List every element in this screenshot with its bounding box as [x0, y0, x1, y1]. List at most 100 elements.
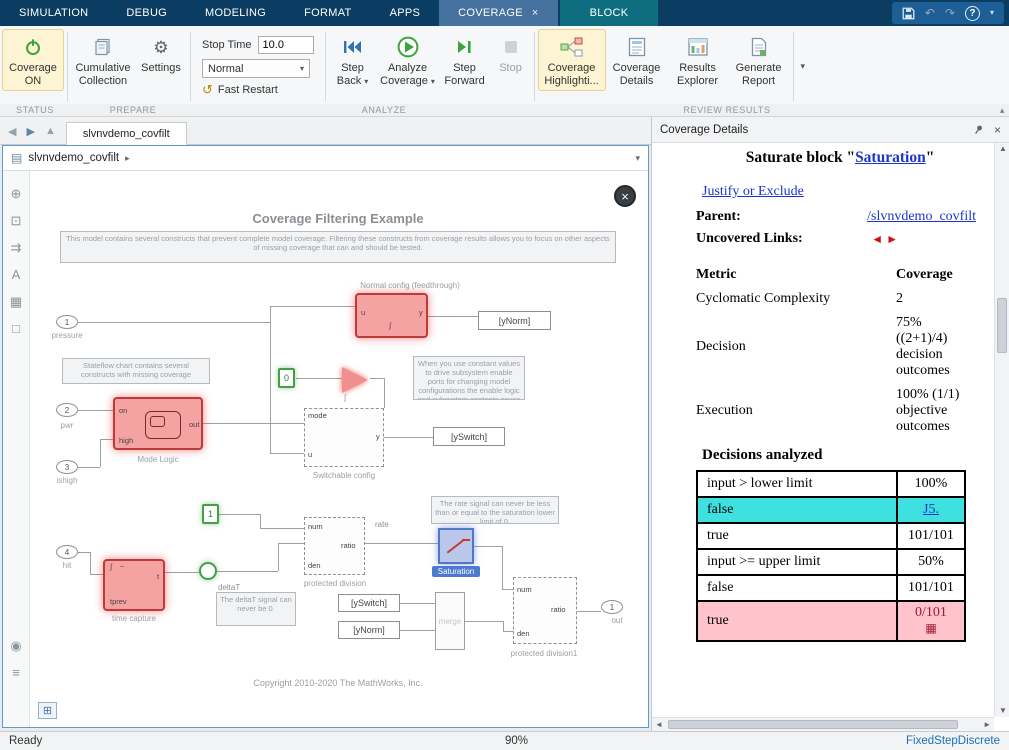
yswitch-goto-block[interactable]: [ySwitch] [433, 427, 505, 446]
close-panel-icon[interactable]: × [994, 123, 1001, 137]
inport-ishigh[interactable]: 3 [56, 460, 78, 474]
time-capture-block[interactable]: ∫~ttprev [103, 559, 165, 611]
review-results-more-button[interactable]: ▾ [797, 41, 810, 92]
horizontal-scrollbar[interactable]: ◄ ► [652, 717, 994, 731]
close-highlight-button[interactable]: × [614, 185, 636, 207]
enable-gain-block[interactable] [342, 367, 368, 393]
justify-or-exclude-link[interactable]: Justify or Exclude [702, 184, 804, 199]
record-icon[interactable]: ◉ [10, 639, 21, 652]
step-forward-icon [457, 35, 473, 59]
analyze-coverage-button[interactable]: AnalyzeCoverage ▾ [377, 29, 439, 91]
switchable-config-block[interactable]: modeyu [304, 408, 384, 467]
coverage-details-button[interactable]: CoverageDetails [606, 29, 668, 91]
decision-row: input >= upper limit50% [697, 549, 965, 575]
yswitch-from-block[interactable]: [ySwitch] [338, 594, 400, 612]
scroll-down-icon[interactable]: ▼ [999, 707, 1007, 715]
sum-block[interactable] [199, 562, 217, 580]
tab-format[interactable]: FORMAT [285, 0, 370, 26]
prev-uncovered-icon[interactable]: ◄ [871, 233, 883, 245]
pin-icon[interactable] [973, 124, 984, 135]
collapse-ribbon-icon[interactable]: ▴ [1000, 105, 1005, 116]
tab-simulation[interactable]: SIMULATION [0, 0, 107, 26]
model-canvas[interactable]: ⊞ ×Coverage Filtering ExampleThis model … [30, 171, 648, 727]
decision-link[interactable]: J5. [923, 502, 939, 517]
mode-logic-block[interactable]: onhighout [113, 397, 203, 450]
decisions-table: input > lower limit100%falseJ5.true101/1… [696, 470, 966, 642]
annotation-icon[interactable]: A [12, 268, 21, 281]
inport-pwr[interactable]: 2 [56, 403, 78, 417]
generate-report-button[interactable]: GenerateReport [728, 29, 790, 91]
scroll-left-icon[interactable]: ◄ [655, 721, 663, 729]
solver-badge[interactable]: FixedStepDiscrete [906, 735, 1000, 747]
constant-one-block[interactable]: 1 [202, 504, 219, 524]
tab-block[interactable]: BLOCK [560, 0, 659, 26]
stop-time-input[interactable] [258, 36, 314, 54]
protected-division1-block[interactable]: numdenratio [513, 577, 577, 644]
inport-pressure[interactable]: 1 [56, 315, 78, 329]
inport-hit[interactable]: 4 [56, 545, 78, 559]
redo-icon[interactable]: ↷ [945, 7, 955, 19]
signal-line [465, 621, 503, 622]
saturation-link[interactable]: Saturation [855, 149, 926, 166]
deltat-label: deltaT [218, 583, 258, 592]
nav-forward-icon[interactable]: ▶ [26, 125, 34, 138]
fast-restart-toggle[interactable]: ↺ Fast Restart [202, 83, 314, 96]
settings-button[interactable]: ⚙ Settings [135, 29, 187, 78]
vertical-scrollbar[interactable]: ▲ ▼ [994, 143, 1009, 717]
status-text: Ready [9, 735, 42, 747]
vertical-scroll-thumb[interactable] [997, 298, 1007, 353]
tab-coverage[interactable]: COVERAGE× [439, 0, 557, 26]
ynorm-goto-block[interactable]: [yNorm] [478, 311, 551, 330]
tab-modeling[interactable]: MODELING [186, 0, 285, 26]
port-label: num [308, 523, 323, 531]
editor-palette: ⊕ ⊡ ⇉ A ▦ □ ◉ ≡ [3, 171, 30, 727]
parent-link[interactable]: /slvnvdemo_covfilt [867, 209, 976, 225]
coverage-highlighting-button[interactable]: CoverageHighlighti... [538, 29, 606, 91]
block-heading: Saturate block "Saturation" [696, 149, 984, 167]
cumulative-collection-button[interactable]: CumulativeCollection [71, 29, 135, 91]
step-back-button[interactable]: StepBack ▾ [329, 29, 377, 91]
breadcrumb-dropdown-icon[interactable]: ▾ [635, 153, 640, 164]
saturation-block[interactable] [438, 528, 474, 564]
zoom-icon[interactable]: ⊕ [11, 187, 22, 200]
signal-line [203, 423, 304, 424]
breadcrumb[interactable]: ▤ slvnvdemo_covfilt ▸ ▾ [3, 146, 648, 171]
nav-up-icon[interactable]: ▲ [45, 125, 56, 138]
metric-row: Cyclomatic Complexity2 [696, 291, 984, 307]
outport-out[interactable]: 1 [601, 600, 623, 614]
merge-block[interactable]: merge [435, 592, 465, 650]
help-icon[interactable]: ? [965, 6, 980, 21]
normal-config-block[interactable]: uy∫ [355, 293, 428, 338]
tab-debug[interactable]: DEBUG [107, 0, 186, 26]
constant-zero-block[interactable]: 0 [278, 368, 295, 388]
model-document-tab[interactable]: slvnvdemo_covfilt [66, 122, 187, 145]
signal-routing-icon[interactable]: ⇉ [11, 241, 22, 254]
sim-mode-select[interactable]: Normal ▾ [202, 59, 310, 78]
port-label: ratio [551, 606, 566, 614]
scroll-up-icon[interactable]: ▲ [999, 145, 1007, 153]
scroll-right-icon[interactable]: ► [983, 721, 991, 729]
next-uncovered-icon[interactable]: ► [886, 233, 898, 245]
close-tab-icon[interactable]: × [532, 7, 539, 19]
horizontal-scroll-thumb[interactable] [668, 720, 958, 729]
save-icon[interactable] [902, 7, 915, 20]
undo-icon[interactable]: ↶ [925, 7, 935, 19]
protected-division-block[interactable]: numdenratio [304, 517, 365, 575]
coverage-on-button[interactable]: CoverageON [2, 29, 64, 91]
model-title: Coverage Filtering Example [30, 211, 646, 226]
nav-back-icon[interactable]: ◀ [8, 125, 16, 138]
fit-view-icon[interactable]: ⊡ [11, 214, 22, 227]
results-explorer-button[interactable]: ResultsExplorer [668, 29, 728, 91]
image-icon[interactable]: ▦ [10, 295, 22, 308]
step-forward-button[interactable]: StepForward [439, 29, 491, 91]
stop-button[interactable]: Stop [491, 29, 531, 78]
tab-apps[interactable]: APPS [371, 0, 440, 26]
ynorm-from-block[interactable]: [yNorm] [338, 621, 400, 639]
hide-explorer-bar-button[interactable]: ⊞ [38, 702, 57, 719]
hit-label: hit [46, 561, 88, 570]
toolbar-dropdown-icon[interactable]: ▾ [990, 9, 994, 17]
model-browser-icon[interactable]: ≡ [12, 666, 20, 679]
document-tab-bar: ◀ ▶ ▲ slvnvdemo_covfilt [0, 117, 651, 145]
justify-icon[interactable]: ▦ [925, 623, 936, 633]
select-area-icon[interactable]: □ [12, 322, 20, 335]
